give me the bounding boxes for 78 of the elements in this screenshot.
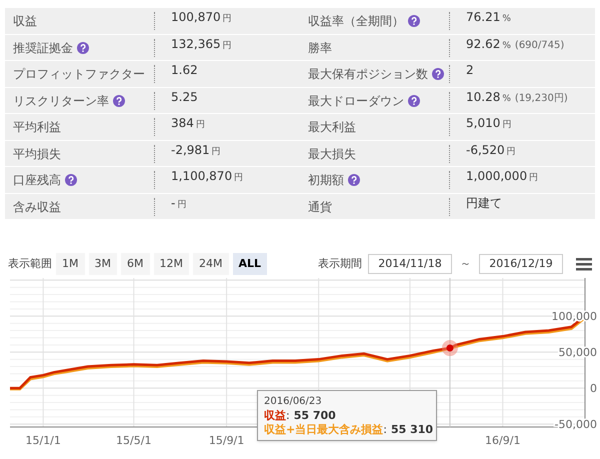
stat-label: 最大利益 bbox=[308, 119, 356, 136]
range-button[interactable]: 12M bbox=[154, 253, 189, 275]
stat-value: 132,365 bbox=[171, 36, 221, 52]
range-label: 表示範囲 bbox=[8, 256, 52, 272]
stat-value: 384 bbox=[171, 115, 194, 132]
stat-label: 初期額 bbox=[308, 172, 344, 189]
stat-label: 口座残高 bbox=[13, 172, 61, 189]
help-icon[interactable] bbox=[77, 42, 89, 54]
help-icon[interactable] bbox=[113, 94, 125, 106]
help-icon[interactable] bbox=[432, 68, 444, 80]
stat-value: 10.28 bbox=[466, 88, 500, 106]
stat-label: 含み収益 bbox=[13, 198, 61, 216]
y-tick-label: 0 bbox=[590, 382, 597, 396]
unit-label: 円 bbox=[506, 146, 516, 158]
range-button[interactable]: 24M bbox=[193, 253, 228, 275]
tooltip-value: 55 700 bbox=[294, 409, 336, 423]
unit-label: % bbox=[502, 40, 511, 52]
tooltip-separator: : bbox=[383, 423, 387, 437]
stat-value: 1,000,000 bbox=[466, 168, 528, 185]
stat-note: (19,230円) bbox=[514, 92, 568, 106]
stat-label: 最大損失 bbox=[308, 146, 356, 162]
stat-label: 勝率 bbox=[308, 40, 332, 56]
stat-label: 平均利益 bbox=[13, 119, 61, 136]
period-label: 表示期間 bbox=[318, 256, 362, 272]
help-icon[interactable] bbox=[408, 94, 420, 106]
stat-label: 推奨証拠金 bbox=[13, 40, 73, 56]
stat-value: 5.25 bbox=[171, 88, 198, 106]
help-icon[interactable] bbox=[65, 174, 77, 186]
stat-value: 92.62 bbox=[466, 36, 500, 52]
stat-value: 100,870 bbox=[171, 9, 221, 26]
range-button[interactable]: 1M bbox=[56, 253, 84, 275]
stat-value: - bbox=[171, 194, 176, 212]
tooltip-label: 収益+当日最大含み損益 bbox=[264, 423, 384, 437]
range-button[interactable]: ALL bbox=[232, 253, 268, 275]
tooltip-label: 収益 bbox=[264, 409, 286, 423]
stat-label: 収益 bbox=[13, 13, 37, 30]
stat-value: 円建て bbox=[466, 194, 502, 212]
x-tick-label: 16/9/1 bbox=[485, 434, 520, 447]
unit-label: 円 bbox=[502, 119, 512, 132]
unit-label: 円 bbox=[222, 13, 232, 26]
stat-note: (690/745) bbox=[514, 38, 564, 52]
stat-value: 1,100,870 bbox=[171, 168, 232, 185]
x-tick-label: 15/9/1 bbox=[208, 434, 244, 447]
stat-value: -6,520 bbox=[466, 142, 505, 158]
stat-value: 1.62 bbox=[171, 62, 198, 79]
tooltip-value: 55 310 bbox=[390, 423, 434, 437]
unit-label: 円 bbox=[222, 40, 232, 52]
stat-value: -2,981 bbox=[171, 142, 210, 158]
unit-label: 円 bbox=[234, 172, 244, 185]
unit-label: 円 bbox=[177, 198, 186, 212]
range-button[interactable]: 3M bbox=[88, 253, 117, 275]
stat-label: 通貨 bbox=[308, 198, 332, 216]
tooltip-separator: : bbox=[286, 409, 290, 423]
start-date-field[interactable]: 2014/11/18 bbox=[368, 254, 452, 274]
unit-label: % bbox=[502, 13, 511, 26]
stat-label: 最大ドローダウン bbox=[308, 92, 404, 110]
help-icon[interactable] bbox=[408, 15, 420, 27]
stat-value: 5,010 bbox=[466, 115, 500, 132]
end-date-field[interactable]: 2016/12/19 bbox=[479, 254, 563, 274]
menu-icon[interactable] bbox=[576, 258, 592, 270]
stat-value: 76.21 bbox=[466, 9, 500, 26]
stat-label: 収益率（全期間） bbox=[308, 13, 404, 30]
range-button[interactable]: 6M bbox=[121, 253, 150, 275]
tooltip-date: 2016/06/23 bbox=[264, 395, 323, 409]
stat-label: 最大保有ポジション数 bbox=[308, 66, 428, 83]
x-tick-label: 15/1/1 bbox=[26, 434, 61, 447]
hover-marker bbox=[442, 340, 458, 356]
x-tick-label: 15/5/1 bbox=[116, 434, 152, 447]
stat-label: 平均損失 bbox=[13, 146, 61, 162]
date-separator: ～ bbox=[460, 256, 471, 272]
stat-label: プロフィットファクター bbox=[13, 66, 145, 83]
stat-label: リスクリターン率 bbox=[13, 92, 109, 110]
help-icon[interactable] bbox=[348, 174, 360, 186]
stat-value: 2 bbox=[466, 62, 474, 79]
unit-label: 円 bbox=[212, 146, 221, 158]
unit-label: 円 bbox=[196, 119, 205, 132]
unit-label: 円 bbox=[529, 172, 538, 185]
unit-label: % bbox=[502, 92, 511, 106]
